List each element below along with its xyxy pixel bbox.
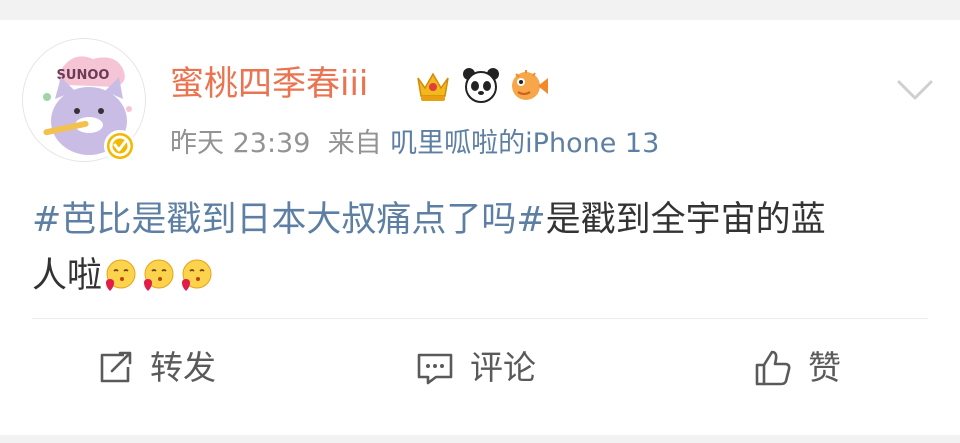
like-button[interactable]: 赞 <box>752 344 841 392</box>
heart-kiss-emoji <box>182 259 212 291</box>
username[interactable]: 蜜桃四季春iii <box>170 62 368 106</box>
post-text: #芭比是戳到日本大叔痛点了吗#是戳到全宇宙的蓝 人啦 <box>32 192 932 304</box>
divider <box>32 318 928 319</box>
panda-badge-icon[interactable] <box>460 64 502 106</box>
topic-hashtag-link[interactable]: #芭比是戳到日本大叔痛点了吗# <box>32 200 546 240</box>
like-label: 赞 <box>808 348 841 387</box>
repost-button[interactable]: 转发 <box>94 344 216 392</box>
weibo-post-card: SUNOO 蜜桃四季春iii 昨天 23:39 来自 叽里呱啦的iPhone 1… <box>0 20 960 435</box>
comment-icon <box>417 353 453 385</box>
heart-kiss-emoji <box>144 259 174 291</box>
heart-kiss-emoji <box>106 259 136 291</box>
comment-label: 评论 <box>470 348 536 387</box>
crown-badge-icon[interactable] <box>412 64 454 106</box>
repost-icon <box>100 351 132 383</box>
repost-label: 转发 <box>150 348 216 387</box>
post-body-line1: 是戳到全宇宙的蓝 <box>545 200 826 240</box>
post-body-line2: 人啦 <box>32 256 103 296</box>
post-timestamp: 昨天 23:39 <box>170 128 311 159</box>
post-meta: 昨天 23:39 来自 叽里呱啦的iPhone 13 <box>170 124 659 164</box>
comment-button[interactable]: 评论 <box>414 344 536 392</box>
thumbs-up-icon <box>755 350 791 386</box>
source-prefix: 来自 <box>327 128 382 159</box>
source-device-link[interactable]: 叽里呱啦的iPhone 13 <box>390 128 659 159</box>
user-badges <box>412 64 550 106</box>
chevron-down-icon[interactable] <box>893 68 937 112</box>
pufferfish-badge-icon[interactable] <box>508 64 550 106</box>
verified-badge-icon <box>104 130 136 162</box>
